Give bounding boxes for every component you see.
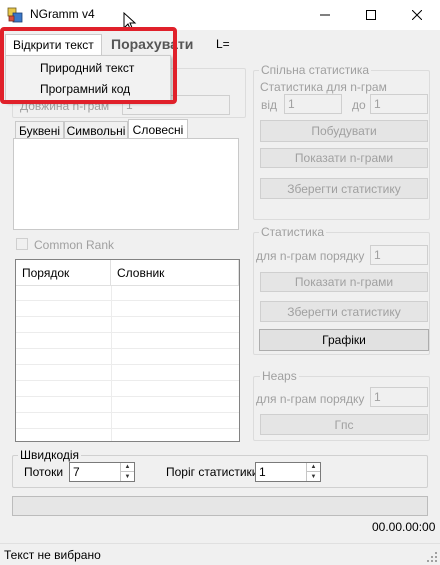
table-row [16,334,239,349]
to-label: до [352,98,366,112]
status-text: Текст не вибрано [4,548,101,562]
threads-value: 7 [73,465,80,479]
build-button[interactable]: Побудувати [260,120,428,142]
threshold-value: 1 [259,465,266,479]
tab-words[interactable]: Словесні [128,119,188,139]
close-icon [412,10,422,20]
elapsed-timer: 00.00.00:00 [372,520,436,534]
length-indicator: L= [216,37,230,51]
minimize-icon [320,14,330,16]
common-rank-checkbox[interactable] [16,238,28,250]
table-row [16,302,239,317]
stats-order-label: для n-грам порядку [256,249,365,263]
table-row [16,366,239,381]
table-row [16,318,239,333]
stats-order-field[interactable]: 1 [370,245,428,265]
tab-symbols[interactable]: Символьні [64,121,128,139]
show-ngrams-button[interactable]: Показати n-грами [260,148,428,168]
column-header-vocabulary[interactable]: Словник [111,260,239,286]
stats-title: Статистика [259,225,327,239]
common-stats-title: Спільна статистика [259,63,372,77]
tab-panel [13,138,239,230]
stepper-down-icon[interactable]: ▼ [307,472,320,481]
threshold-label: Поріг статистики [166,465,259,479]
maximize-icon [366,10,376,20]
table-row [16,382,239,397]
heaps-order-label: для n-грам порядку [256,392,365,406]
status-bar: Текст не вибрано [0,543,440,565]
threshold-stepper-buttons: ▲ ▼ [306,463,320,481]
common-stats-subtitle: Статистика для n-грам [260,80,387,94]
highlight-annotation [0,27,177,104]
table-row [16,414,239,429]
stepper-down-icon[interactable]: ▼ [121,472,134,481]
table-row [16,286,239,301]
speed-title: Швидкодія [18,448,82,462]
rank-table[interactable]: Порядок Словник [15,259,240,442]
save-stats-button[interactable]: Зберегти статистику [260,178,428,199]
common-rank-label: Common Rank [34,238,115,252]
minimize-button[interactable] [302,0,348,30]
stats-save-button[interactable]: Зберегти статистику [260,301,428,322]
from-field[interactable]: 1 [284,94,342,114]
maximize-button[interactable] [348,0,394,30]
window-title: NGramm v4 [30,7,95,21]
to-field[interactable]: 1 [370,94,428,114]
resize-grip-icon[interactable] [426,551,438,563]
stats-show-ngrams-button[interactable]: Показати n-грами [260,272,428,292]
app-icon [7,7,23,23]
heaps-order-field[interactable]: 1 [370,387,428,407]
charts-button[interactable]: Графіки [259,329,429,351]
table-row [16,398,239,413]
heaps-button[interactable]: Гпс [260,414,428,435]
progress-bar [12,496,428,516]
table-row [16,350,239,365]
close-button[interactable] [394,0,440,30]
threads-stepper[interactable]: 7 ▲ ▼ [69,462,135,482]
threshold-stepper[interactable]: 1 ▲ ▼ [255,462,321,482]
tab-letters[interactable]: Буквені [15,121,64,139]
heaps-title: Heaps [260,369,299,383]
title-bar: NGramm v4 [0,0,440,32]
column-header-order[interactable]: Порядок [16,260,111,286]
from-label: від [261,98,278,112]
threads-label: Потоки [24,465,64,479]
threads-stepper-buttons: ▲ ▼ [120,463,134,481]
